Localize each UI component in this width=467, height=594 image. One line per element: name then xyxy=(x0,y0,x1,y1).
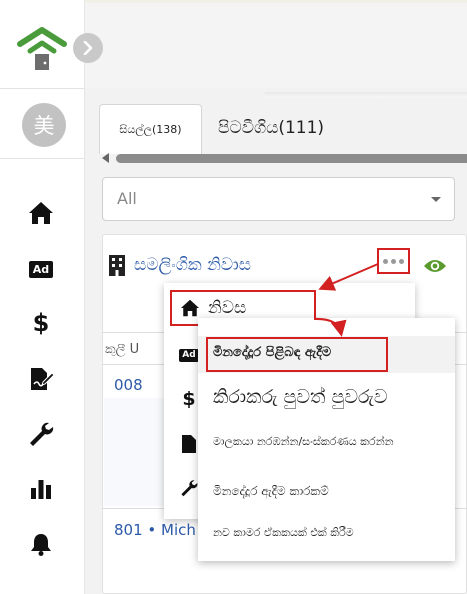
eye-icon[interactable] xyxy=(423,257,447,279)
column-header-rent: කුලී U xyxy=(105,342,140,357)
more-options-button[interactable] xyxy=(377,248,410,274)
document-icon xyxy=(180,435,198,453)
table-row xyxy=(104,398,164,506)
upper-scroll-shadow xyxy=(265,92,467,98)
filter-select[interactable]: All xyxy=(102,177,455,221)
submenu-item-add-room-unit[interactable]: නව කාමර ඒකකයක් එක් කිරීම xyxy=(213,526,354,540)
tab-moved-out-label: පිටවීගිය(111) xyxy=(218,118,325,138)
unit-link[interactable]: 801 • Mich xyxy=(114,521,196,539)
avatar-initial: 美 xyxy=(33,114,55,138)
more-dots-icon xyxy=(383,258,388,264)
tab-all[interactable]: සියල්ල(138) xyxy=(99,104,202,154)
edit-document-icon[interactable] xyxy=(27,365,55,393)
unit-link[interactable]: 008 xyxy=(114,376,143,394)
tab-moved-out[interactable]: පිටවීගිය(111) xyxy=(218,118,324,138)
sidebar: 美 Ad $ xyxy=(0,0,85,594)
bar-chart-icon[interactable] xyxy=(27,475,55,503)
more-dot xyxy=(391,258,396,264)
sidebar-divider xyxy=(0,158,85,159)
home-icon xyxy=(181,299,199,317)
property-title-text: සමලිංගික නිවාස xyxy=(134,255,251,275)
bell-icon[interactable] xyxy=(27,530,55,558)
app-logo[interactable] xyxy=(14,24,70,74)
submenu-item-rent-activities[interactable]: මිනදේදූර ඇදීම කාරකම් xyxy=(213,484,329,499)
home-icon[interactable] xyxy=(27,199,55,227)
sidebar-collapse-button[interactable] xyxy=(73,33,103,63)
submenu-item-view-edit-owner[interactable]: මාලකයා නරඹන්න/සංස්කරණය කරන්න xyxy=(213,435,394,449)
building-icon xyxy=(109,255,125,276)
tab-all-label: සියල්ල(138) xyxy=(119,122,182,136)
submenu-item-rent-collection[interactable]: මිනදේදූර පිළිබඳ ඇදීම xyxy=(213,345,331,360)
ad-icon: Ad xyxy=(179,346,199,364)
chevron-right-icon xyxy=(83,41,93,55)
ad-icon[interactable]: Ad xyxy=(27,255,55,283)
dollar-glyph: $ xyxy=(32,309,50,337)
dollar-icon: $ xyxy=(180,387,198,410)
property-title[interactable]: සමලිංගික නිවාස xyxy=(108,254,251,276)
horizontal-scrollbar[interactable] xyxy=(102,151,467,165)
submenu-item-tenant-notice-board[interactable]: කිරාකරු පුවත් පුවරුව xyxy=(213,386,388,408)
ad-badge: Ad xyxy=(28,260,54,278)
chevron-down-icon xyxy=(431,197,441,202)
filter-select-value: All xyxy=(117,189,137,208)
sidebar-divider xyxy=(0,88,85,89)
avatar[interactable]: 美 xyxy=(22,103,66,147)
menu-item-home-label: නිවස xyxy=(208,298,247,318)
dollar-glyph: $ xyxy=(182,387,196,410)
wrench-icon xyxy=(180,479,198,497)
more-dot xyxy=(399,258,404,264)
wrench-icon[interactable] xyxy=(27,420,55,448)
scrollbar-thumb[interactable] xyxy=(116,154,467,163)
ad-badge: Ad xyxy=(179,348,199,362)
top-bar xyxy=(85,0,467,88)
dollar-icon[interactable]: $ xyxy=(27,309,55,337)
scroll-left-arrow-icon[interactable] xyxy=(102,153,109,163)
